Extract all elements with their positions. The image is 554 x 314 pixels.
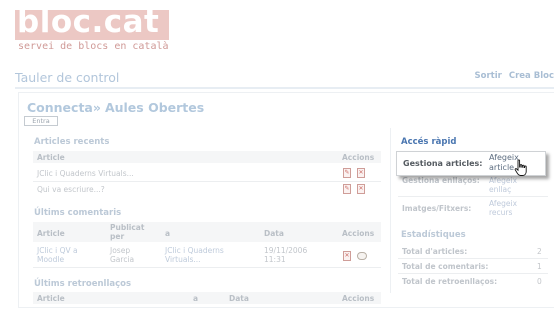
recent-articles-title: Articles recents	[34, 137, 110, 147]
comments-col-actions: Accions	[342, 229, 375, 238]
row-divider	[33, 267, 381, 268]
trackbacks-col-data: Data	[229, 294, 249, 303]
row-divider	[398, 273, 548, 274]
articles-col-actions: Accions	[342, 153, 375, 162]
comments-col-publicat: Publicat per	[110, 223, 145, 241]
delete-icon[interactable]: ✕	[357, 184, 365, 194]
quick-access-title: Accés ràpid	[401, 137, 457, 147]
comments-col-a: a	[165, 229, 171, 238]
article-row-1[interactable]: JClic i Quaderns Virtuals...	[37, 169, 134, 178]
latest-trackbacks-title: Últims retroenllaços	[34, 279, 132, 289]
comment-date: 19/11/2006 11:31	[264, 246, 308, 264]
edit-icon[interactable]: ✎	[343, 168, 351, 178]
trackbacks-col-article: Article	[37, 294, 65, 303]
comments-header-row	[33, 222, 381, 242]
comment-target[interactable]: JClic i Quaderns Virtuals...	[165, 246, 255, 264]
stat-comments-value: 1	[537, 262, 542, 271]
comment-article[interactable]: JClic i QV a Moodle	[37, 246, 99, 264]
breadcrumb: Connecta» Aules Obertes	[27, 100, 204, 115]
row-divider	[398, 196, 548, 197]
stat-trackbacks-value: 0	[537, 277, 542, 286]
row-divider	[398, 258, 548, 259]
manage-links-label: Gestiona enllaços:	[402, 176, 480, 185]
hand-cursor-icon	[514, 159, 527, 176]
stat-trackbacks-label: Total de retroenllaços:	[402, 277, 498, 286]
trackbacks-col-a: a	[193, 294, 199, 303]
stats-title: Estadístiques	[401, 230, 466, 240]
articles-header-row	[33, 151, 381, 163]
page-title: Tauler de control	[15, 70, 120, 85]
trackbacks-header-row	[33, 292, 381, 304]
create-blog-link[interactable]: Crea Bloc	[509, 71, 554, 81]
stat-articles-value: 2	[537, 247, 542, 256]
entra-button[interactable]: Entra	[24, 116, 58, 126]
top-links: Sortir Crea Bloc	[468, 71, 554, 81]
comments-col-article: Article	[37, 229, 65, 238]
add-resource-link[interactable]: Afegeix recurs	[489, 199, 541, 217]
comment-author: Josep Garcia	[110, 246, 135, 264]
latest-comments-title: Últims comentaris	[34, 208, 122, 218]
trackbacks-col-actions: Accions	[342, 294, 375, 303]
add-link-link[interactable]: Afegeix enllaç	[489, 176, 541, 194]
logout-link[interactable]: Sortir	[475, 71, 502, 81]
row-divider	[33, 181, 381, 182]
delete-icon[interactable]: ✕	[357, 168, 365, 178]
images-files-label: Imatges/Fitxers:	[402, 204, 472, 213]
moderate-icon[interactable]	[357, 252, 367, 260]
delete-icon[interactable]: ✕	[343, 251, 351, 261]
stat-comments-label: Total de comentaris:	[402, 262, 489, 271]
header-divider	[15, 87, 554, 89]
comments-col-data: Data	[264, 229, 284, 238]
breadcrumb-blog-name[interactable]: Aules Obertes	[105, 100, 204, 115]
site-tagline: servei de blocs en català	[18, 41, 169, 52]
site-logo[interactable]: bloc.cat	[17, 4, 159, 40]
edit-icon[interactable]: ✎	[343, 184, 351, 194]
article-row-2[interactable]: Qui va escriure...?	[37, 185, 105, 194]
stat-articles-label: Total d'articles:	[402, 247, 468, 256]
breadcrumb-connecta[interactable]: Connecta»	[27, 100, 101, 115]
articles-col-article: Article	[37, 153, 65, 162]
manage-articles-label: Gestiona articles:	[403, 159, 483, 168]
